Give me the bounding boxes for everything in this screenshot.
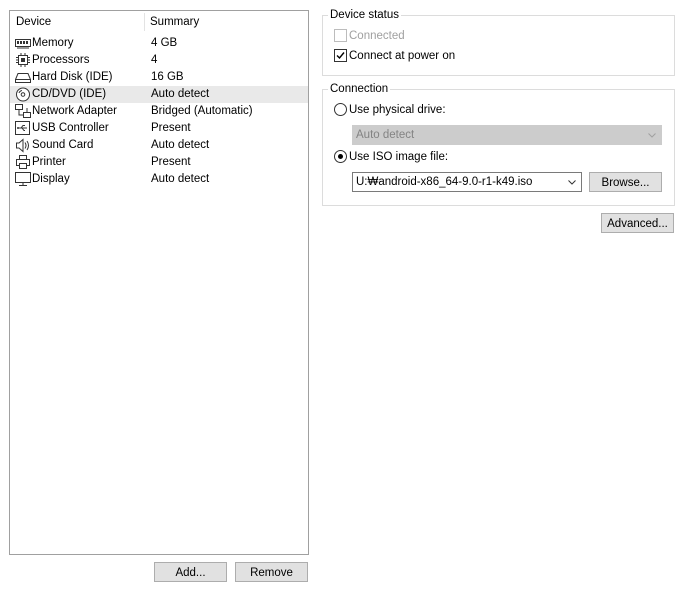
device-summary: Auto detect (151, 88, 210, 100)
device-row-hard-disk[interactable]: Hard Disk (IDE) 16 GB (10, 69, 308, 86)
device-row-sound-card[interactable]: Sound Card Auto detect (10, 137, 308, 154)
physical-drive-radio[interactable] (334, 103, 347, 116)
chevron-down-icon (568, 180, 576, 185)
device-name: USB Controller (32, 122, 109, 134)
cd-dvd-icon (16, 87, 30, 102)
usb-icon (15, 121, 30, 135)
column-header-device[interactable]: Device (16, 11, 51, 33)
device-name: Sound Card (32, 139, 94, 151)
device-summary: 4 (151, 54, 158, 66)
device-status-title: Device status (328, 9, 402, 22)
device-list[interactable]: Device Summary Memory 4 GB Processors 4 … (9, 10, 309, 555)
device-summary: Auto detect (151, 139, 210, 151)
device-row-display[interactable]: Display Auto detect (10, 171, 308, 188)
device-row-network-adapter[interactable]: Network Adapter Bridged (Automatic) (10, 103, 308, 120)
device-summary: Auto detect (151, 173, 210, 185)
device-row-cd-dvd[interactable]: CD/DVD (IDE) Auto detect (10, 86, 308, 103)
iso-image-radio[interactable] (334, 150, 347, 163)
device-summary: 4 GB (151, 37, 178, 49)
add-button[interactable]: Add... (154, 562, 227, 582)
device-name: Network Adapter (32, 105, 118, 117)
device-status-group (322, 15, 675, 76)
radio-selected-dot (338, 154, 343, 159)
device-name: Display (32, 173, 70, 185)
physical-drive-value: Auto detect (356, 129, 415, 141)
connected-label: Connected (349, 30, 405, 42)
device-name: Printer (32, 156, 66, 168)
device-summary: Present (151, 156, 191, 168)
device-row-memory[interactable]: Memory 4 GB (10, 35, 308, 52)
column-separator[interactable] (144, 13, 145, 31)
network-adapter-icon (15, 104, 31, 118)
device-name: Hard Disk (IDE) (32, 71, 113, 83)
advanced-button[interactable]: Advanced... (601, 213, 674, 233)
connect-at-power-on-label: Connect at power on (349, 50, 456, 62)
device-name: Memory (32, 37, 74, 49)
device-summary: Bridged (Automatic) (151, 105, 253, 117)
connect-at-power-on-checkbox[interactable] (334, 49, 347, 62)
hard-disk-icon (15, 73, 31, 83)
device-row-usb-controller[interactable]: USB Controller Present (10, 120, 308, 137)
device-row-processors[interactable]: Processors 4 (10, 52, 308, 69)
chevron-down-icon (648, 133, 656, 138)
processor-icon (16, 53, 30, 67)
iso-image-label: Use ISO image file: (349, 151, 449, 163)
connection-title: Connection (328, 83, 391, 96)
printer-icon (16, 155, 30, 169)
device-name: CD/DVD (IDE) (32, 88, 107, 100)
browse-button[interactable]: Browse... (589, 172, 662, 192)
device-row-printer[interactable]: Printer Present (10, 154, 308, 171)
checkmark-icon (336, 52, 345, 60)
column-header-summary[interactable]: Summary (150, 11, 199, 33)
sound-card-icon (16, 138, 29, 153)
display-icon (15, 172, 31, 186)
device-name: Processors (32, 54, 90, 66)
physical-drive-label: Use physical drive: (349, 104, 446, 116)
connected-checkbox[interactable] (334, 29, 347, 42)
memory-icon (15, 39, 31, 49)
device-summary: Present (151, 122, 191, 134)
device-summary: 16 GB (151, 71, 184, 83)
physical-drive-select[interactable]: Auto detect (352, 125, 662, 145)
remove-button[interactable]: Remove (235, 562, 308, 582)
iso-image-path-value: U:₩android-x86_64-9.0-r1-k49.iso (356, 176, 533, 188)
iso-image-path-select[interactable]: U:₩android-x86_64-9.0-r1-k49.iso (352, 172, 582, 192)
